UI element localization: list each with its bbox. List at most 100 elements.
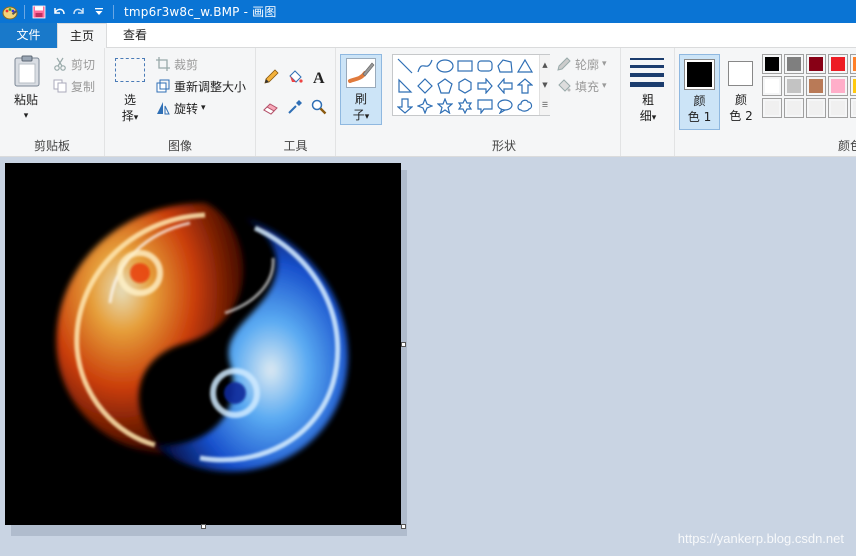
palette-color-swatch[interactable]: [828, 54, 848, 74]
oval-callout-shape-icon[interactable]: [495, 96, 515, 116]
six-point-star-shape-icon[interactable]: [455, 96, 475, 116]
color2-swatch-frame: [728, 61, 753, 86]
resize-handle-bottom[interactable]: [201, 524, 206, 529]
copy-label: 复制: [71, 79, 96, 94]
resize-handle-corner[interactable]: [401, 524, 406, 529]
save-icon[interactable]: [29, 0, 49, 23]
brushes-group: 刷 子▾: [336, 48, 388, 156]
diamond-shape-icon[interactable]: [415, 76, 435, 96]
select-button[interactable]: 选 择▾: [111, 54, 149, 128]
palette-color-swatch[interactable]: [850, 76, 856, 96]
crop-icon: [155, 56, 171, 72]
up-arrow-shape-icon[interactable]: [515, 76, 535, 96]
brushes-button[interactable]: 刷 子▾: [340, 54, 382, 125]
paint-app-icon[interactable]: [0, 0, 20, 23]
clipboard-icon: [14, 55, 40, 90]
colors-group: 颜色: [762, 48, 856, 156]
palette-color-swatch[interactable]: [762, 98, 782, 118]
crop-button[interactable]: 裁剪: [155, 54, 198, 74]
redo-icon[interactable]: [69, 0, 89, 23]
copy-button[interactable]: 复制: [52, 76, 95, 96]
gallery-expand-icon[interactable]: ☰: [540, 95, 550, 115]
rounded-rectangle-shape-icon[interactable]: [475, 56, 495, 76]
resize-button[interactable]: 重新调整大小: [155, 76, 246, 96]
color1-label-line2: 色 1: [687, 110, 712, 124]
pencil-icon[interactable]: [260, 66, 282, 88]
fill-icon: [556, 78, 572, 94]
tab-file[interactable]: 文件: [0, 23, 57, 48]
paste-button[interactable]: 粘贴 ▾: [6, 52, 46, 128]
text-tool-icon[interactable]: A: [308, 66, 330, 88]
fill-button[interactable]: 填充 ▾: [556, 76, 607, 96]
down-arrow-shape-icon[interactable]: [395, 96, 415, 116]
rotate-label: 旋转: [174, 101, 199, 116]
palette-color-swatch[interactable]: [850, 54, 856, 74]
cloud-callout-shape-icon[interactable]: [515, 96, 535, 116]
select-label-line1: 选: [123, 93, 136, 107]
magnifier-icon[interactable]: [308, 96, 330, 118]
palette-color-swatch[interactable]: [806, 76, 826, 96]
tab-view[interactable]: 查看: [110, 23, 160, 48]
customize-dropdown-icon[interactable]: [89, 0, 109, 23]
size-label-line1: 粗: [641, 93, 654, 107]
color1-button[interactable]: 颜 色 1: [679, 54, 720, 130]
palette-color-swatch[interactable]: [762, 76, 782, 96]
outline-dropdown-arrow: ▾: [602, 59, 607, 69]
cut-button[interactable]: 剪切: [52, 54, 95, 74]
color2-button[interactable]: 颜 色 2: [722, 54, 760, 130]
five-point-star-shape-icon[interactable]: [435, 96, 455, 116]
resize-handle-right[interactable]: [401, 342, 406, 347]
tools-group: A 工具: [256, 48, 336, 156]
image-group: 选 择▾ 裁剪 重新调整大小 旋转 ▾ 图像: [105, 48, 256, 156]
colors-group-label: 颜色: [838, 139, 856, 153]
pentagon-shape-icon[interactable]: [435, 76, 455, 96]
polygon-shape-icon[interactable]: [495, 56, 515, 76]
right-arrow-shape-icon[interactable]: [475, 76, 495, 96]
scissors-icon: [52, 56, 68, 72]
rotate-icon: [155, 100, 171, 116]
left-arrow-shape-icon[interactable]: [495, 76, 515, 96]
quick-access-toolbar: [0, 0, 118, 23]
line-shape-icon[interactable]: [395, 56, 415, 76]
color1-swatch: [687, 62, 712, 87]
resize-label: 重新调整大小: [174, 79, 247, 94]
color-picker-icon[interactable]: [284, 96, 306, 118]
right-triangle-shape-icon[interactable]: [395, 76, 415, 96]
cut-label: 剪切: [71, 57, 96, 72]
select-label-line2: 择▾: [121, 109, 139, 123]
shapes-gallery-scrollbar[interactable]: ▲ ▼ ☰: [539, 55, 550, 115]
four-point-star-shape-icon[interactable]: [415, 96, 435, 116]
rotate-button[interactable]: 旋转 ▾: [155, 98, 206, 118]
shapes-group: ▲ ▼ ☰ 轮廓 ▾ 填充 ▾ 形状: [388, 48, 621, 156]
palette-color-swatch[interactable]: [806, 98, 826, 118]
curve-shape-icon[interactable]: [415, 56, 435, 76]
triangle-shape-icon[interactable]: [515, 56, 535, 76]
color2-label-line2: 色 2: [729, 109, 753, 123]
canvas-area[interactable]: https://yankerp.blog.csdn.net: [0, 158, 856, 556]
size-label-line2: 细▾: [639, 109, 657, 123]
gallery-scroll-down-icon[interactable]: ▼: [540, 75, 550, 95]
palette-color-swatch[interactable]: [850, 98, 856, 118]
oval-shape-icon[interactable]: [435, 56, 455, 76]
palette-color-swatch[interactable]: [806, 54, 826, 74]
gallery-scroll-up-icon[interactable]: ▲: [540, 55, 550, 75]
svg-text:A: A: [313, 70, 325, 85]
undo-icon[interactable]: [49, 0, 69, 23]
ribbon-tabs: 文件 主页 查看: [0, 23, 856, 49]
palette-color-swatch[interactable]: [784, 54, 804, 74]
hexagon-shape-icon[interactable]: [455, 76, 475, 96]
eraser-icon[interactable]: [260, 96, 282, 118]
image-group-label: 图像: [167, 139, 192, 153]
size-button[interactable]: 粗 细▾: [627, 54, 669, 128]
rectangle-shape-icon[interactable]: [455, 56, 475, 76]
palette-color-swatch[interactable]: [762, 54, 782, 74]
fill-bucket-icon[interactable]: [284, 66, 306, 88]
palette-color-swatch[interactable]: [784, 76, 804, 96]
palette-color-swatch[interactable]: [828, 98, 848, 118]
rect-callout-shape-icon[interactable]: [475, 96, 495, 116]
canvas-image[interactable]: [5, 163, 401, 525]
palette-color-swatch[interactable]: [828, 76, 848, 96]
palette-color-swatch[interactable]: [784, 98, 804, 118]
tab-home[interactable]: 主页: [57, 23, 107, 49]
outline-button[interactable]: 轮廓 ▾: [556, 54, 607, 74]
